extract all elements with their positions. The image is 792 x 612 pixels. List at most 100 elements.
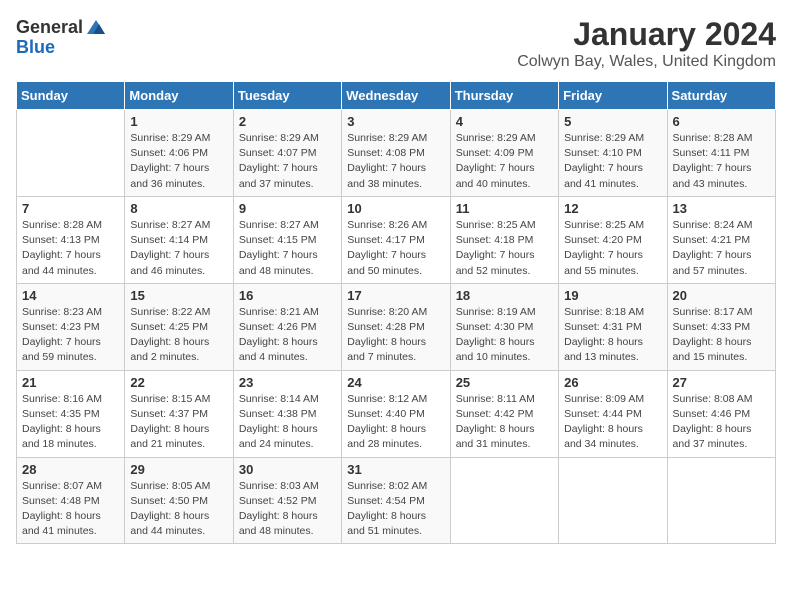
calendar-cell bbox=[559, 457, 667, 544]
day-info: Sunrise: 8:03 AMSunset: 4:52 PMDaylight:… bbox=[239, 479, 336, 540]
col-header-saturday: Saturday bbox=[667, 82, 775, 110]
day-number: 1 bbox=[130, 114, 227, 129]
day-info: Sunrise: 8:14 AMSunset: 4:38 PMDaylight:… bbox=[239, 392, 336, 453]
calendar-cell: 2Sunrise: 8:29 AMSunset: 4:07 PMDaylight… bbox=[233, 110, 341, 197]
logo: General Blue bbox=[16, 16, 107, 58]
day-number: 19 bbox=[564, 288, 661, 303]
calendar-cell: 30 Sunrise: 8:03 AMSunset: 4:52 PMDayligh… bbox=[233, 457, 341, 544]
title-area: January 2024 Colwyn Bay, Wales, United K… bbox=[517, 16, 776, 71]
day-info: Sunrise: 8:02 AMSunset: 4:54 PMDaylight:… bbox=[347, 479, 444, 540]
calendar-cell: 10 Sunrise: 8:26 AMSunset: 4:17 PMDayligh… bbox=[342, 196, 450, 283]
day-number: 10 bbox=[347, 201, 444, 216]
day-info: Sunrise: 8:08 AMSunset: 4:46 PMDaylight:… bbox=[673, 392, 770, 453]
day-number: 8 bbox=[130, 201, 227, 216]
day-info: Sunrise: 8:20 AMSunset: 4:28 PMDaylight:… bbox=[347, 305, 444, 366]
day-number: 7 bbox=[22, 201, 119, 216]
subtitle: Colwyn Bay, Wales, United Kingdom bbox=[517, 53, 776, 71]
calendar-cell: 28Sunrise: 8:07 AMSunset: 4:48 PMDayligh… bbox=[17, 457, 125, 544]
calendar: SundayMondayTuesdayWednesdayThursdayFrid… bbox=[16, 81, 776, 544]
calendar-cell: 25 Sunrise: 8:11 AMSunset: 4:42 PMDayligh… bbox=[450, 370, 558, 457]
day-number: 30 bbox=[239, 462, 336, 477]
day-number: 5 bbox=[564, 114, 661, 129]
day-number: 21 bbox=[22, 375, 119, 390]
day-number: 11 bbox=[456, 201, 553, 216]
day-number: 6 bbox=[673, 114, 770, 129]
calendar-cell bbox=[450, 457, 558, 544]
day-info: Sunrise: 8:25 AMSunset: 4:18 PMDaylight:… bbox=[456, 218, 553, 279]
calendar-cell: 16Sunrise: 8:21 AMSunset: 4:26 PMDayligh… bbox=[233, 283, 341, 370]
col-header-thursday: Thursday bbox=[450, 82, 558, 110]
day-info: Sunrise: 8:22 AMSunset: 4:25 PMDaylight:… bbox=[130, 305, 227, 366]
calendar-week-row: 21 Sunrise: 8:16 AMSunset: 4:35 PMDayligh… bbox=[17, 370, 776, 457]
day-info: Sunrise: 8:28 AMSunset: 4:11 PMDaylight:… bbox=[673, 131, 770, 192]
calendar-week-row: 7 Sunrise: 8:28 AMSunset: 4:13 PMDaylight… bbox=[17, 196, 776, 283]
day-number: 2 bbox=[239, 114, 336, 129]
day-number: 12 bbox=[564, 201, 661, 216]
calendar-cell: 12 Sunrise: 8:25 AMSunset: 4:20 PMDayligh… bbox=[559, 196, 667, 283]
day-number: 29 bbox=[130, 462, 227, 477]
calendar-cell: 14 Sunrise: 8:23 AMSunset: 4:23 PMDayligh… bbox=[17, 283, 125, 370]
day-info: Sunrise: 8:25 AMSunset: 4:20 PMDaylight:… bbox=[564, 218, 661, 279]
calendar-cell: 24 Sunrise: 8:12 AMSunset: 4:40 PMDayligh… bbox=[342, 370, 450, 457]
day-info: Sunrise: 8:19 AMSunset: 4:30 PMDaylight:… bbox=[456, 305, 553, 366]
day-number: 4 bbox=[456, 114, 553, 129]
day-info: Sunrise: 8:27 AMSunset: 4:15 PMDaylight:… bbox=[239, 218, 336, 279]
calendar-cell bbox=[17, 110, 125, 197]
col-header-monday: Monday bbox=[125, 82, 233, 110]
day-info: Sunrise: 8:17 AMSunset: 4:33 PMDaylight:… bbox=[673, 305, 770, 366]
main-title: January 2024 bbox=[517, 16, 776, 53]
day-info: Sunrise: 8:12 AMSunset: 4:40 PMDaylight:… bbox=[347, 392, 444, 453]
calendar-cell: 13Sunrise: 8:24 AMSunset: 4:21 PMDayligh… bbox=[667, 196, 775, 283]
day-number: 31 bbox=[347, 462, 444, 477]
calendar-cell: 19Sunrise: 8:18 AMSunset: 4:31 PMDayligh… bbox=[559, 283, 667, 370]
calendar-header-row: SundayMondayTuesdayWednesdayThursdayFrid… bbox=[17, 82, 776, 110]
header: General Blue January 2024 Colwyn Bay, Wa… bbox=[16, 16, 776, 71]
calendar-cell: 31 Sunrise: 8:02 AMSunset: 4:54 PMDayligh… bbox=[342, 457, 450, 544]
calendar-cell: 23 Sunrise: 8:14 AMSunset: 4:38 PMDayligh… bbox=[233, 370, 341, 457]
day-info: Sunrise: 8:24 AMSunset: 4:21 PMDaylight:… bbox=[673, 218, 770, 279]
day-number: 23 bbox=[239, 375, 336, 390]
day-info: Sunrise: 8:16 AMSunset: 4:35 PMDaylight:… bbox=[22, 392, 119, 453]
day-number: 20 bbox=[673, 288, 770, 303]
day-info: Sunrise: 8:29 AMSunset: 4:09 PMDaylight:… bbox=[456, 131, 553, 192]
calendar-cell: 1 Sunrise: 8:29 AMSunset: 4:06 PMDaylight… bbox=[125, 110, 233, 197]
calendar-cell: 6 Sunrise: 8:28 AMSunset: 4:11 PMDaylight… bbox=[667, 110, 775, 197]
calendar-cell: 20 Sunrise: 8:17 AMSunset: 4:33 PMDayligh… bbox=[667, 283, 775, 370]
col-header-tuesday: Tuesday bbox=[233, 82, 341, 110]
logo-icon bbox=[85, 16, 107, 38]
calendar-cell: 29Sunrise: 8:05 AMSunset: 4:50 PMDayligh… bbox=[125, 457, 233, 544]
day-number: 15 bbox=[130, 288, 227, 303]
day-info: Sunrise: 8:27 AMSunset: 4:14 PMDaylight:… bbox=[130, 218, 227, 279]
calendar-cell: 5 Sunrise: 8:29 AMSunset: 4:10 PMDaylight… bbox=[559, 110, 667, 197]
day-info: Sunrise: 8:15 AMSunset: 4:37 PMDaylight:… bbox=[130, 392, 227, 453]
calendar-cell: 4 Sunrise: 8:29 AMSunset: 4:09 PMDaylight… bbox=[450, 110, 558, 197]
calendar-cell: 8 Sunrise: 8:27 AMSunset: 4:14 PMDaylight… bbox=[125, 196, 233, 283]
day-info: Sunrise: 8:28 AMSunset: 4:13 PMDaylight:… bbox=[22, 218, 119, 279]
day-number: 24 bbox=[347, 375, 444, 390]
calendar-cell: 22 Sunrise: 8:15 AMSunset: 4:37 PMDayligh… bbox=[125, 370, 233, 457]
day-number: 17 bbox=[347, 288, 444, 303]
calendar-week-row: 1 Sunrise: 8:29 AMSunset: 4:06 PMDaylight… bbox=[17, 110, 776, 197]
col-header-wednesday: Wednesday bbox=[342, 82, 450, 110]
calendar-cell: 7 Sunrise: 8:28 AMSunset: 4:13 PMDaylight… bbox=[17, 196, 125, 283]
day-info: Sunrise: 8:29 AMSunset: 4:06 PMDaylight:… bbox=[130, 131, 227, 192]
logo-general: General bbox=[16, 18, 83, 36]
day-number: 25 bbox=[456, 375, 553, 390]
day-info: Sunrise: 8:29 AMSunset: 4:10 PMDaylight:… bbox=[564, 131, 661, 192]
day-number: 18 bbox=[456, 288, 553, 303]
day-number: 3 bbox=[347, 114, 444, 129]
day-info: Sunrise: 8:07 AMSunset: 4:48 PMDaylight:… bbox=[22, 479, 119, 540]
calendar-week-row: 28Sunrise: 8:07 AMSunset: 4:48 PMDayligh… bbox=[17, 457, 776, 544]
day-number: 22 bbox=[130, 375, 227, 390]
day-info: Sunrise: 8:26 AMSunset: 4:17 PMDaylight:… bbox=[347, 218, 444, 279]
day-info: Sunrise: 8:09 AMSunset: 4:44 PMDaylight:… bbox=[564, 392, 661, 453]
day-info: Sunrise: 8:11 AMSunset: 4:42 PMDaylight:… bbox=[456, 392, 553, 453]
calendar-cell: 21 Sunrise: 8:16 AMSunset: 4:35 PMDayligh… bbox=[17, 370, 125, 457]
day-number: 27 bbox=[673, 375, 770, 390]
day-number: 14 bbox=[22, 288, 119, 303]
day-info: Sunrise: 8:23 AMSunset: 4:23 PMDaylight:… bbox=[22, 305, 119, 366]
calendar-cell: 9Sunrise: 8:27 AMSunset: 4:15 PMDaylight… bbox=[233, 196, 341, 283]
calendar-week-row: 14 Sunrise: 8:23 AMSunset: 4:23 PMDayligh… bbox=[17, 283, 776, 370]
calendar-cell: 18 Sunrise: 8:19 AMSunset: 4:30 PMDayligh… bbox=[450, 283, 558, 370]
day-info: Sunrise: 8:29 AMSunset: 4:08 PMDaylight:… bbox=[347, 131, 444, 192]
